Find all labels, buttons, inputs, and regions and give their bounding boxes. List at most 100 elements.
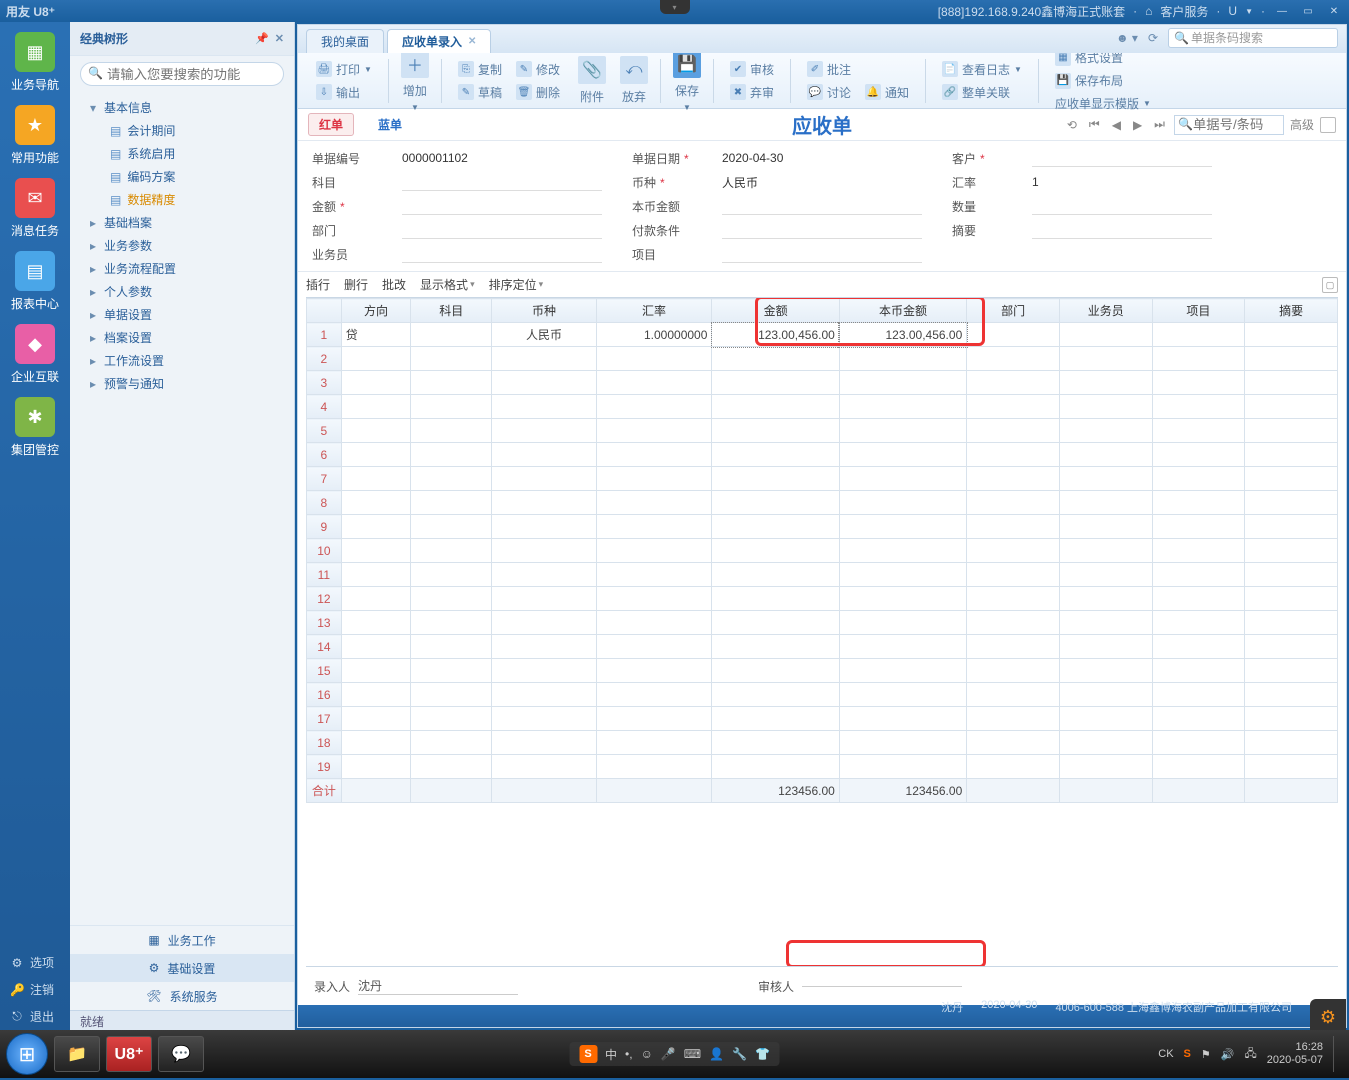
val-cust[interactable]	[1032, 149, 1212, 167]
undo-icon[interactable]: ⟲	[1064, 118, 1080, 132]
add-button[interactable]: ＋增加▼	[395, 48, 435, 114]
logout-button[interactable]: 🔑注销	[2, 976, 68, 1003]
expand-icon[interactable]	[1320, 117, 1336, 133]
val-date[interactable]: 2020-04-30	[722, 151, 922, 165]
blue-doc-tab[interactable]: 蓝单	[368, 114, 412, 135]
tree-node[interactable]: 单据设置	[70, 303, 294, 326]
val-qty[interactable]	[1032, 197, 1212, 215]
service-label[interactable]: 客户服务	[1160, 3, 1208, 20]
tree-node[interactable]: 业务流程配置	[70, 257, 294, 280]
table-row[interactable]: 1贷人民币1.00000000123.00,456.00123.00,456.0…	[307, 323, 1338, 347]
app-nav[interactable]: ▦业务导航	[5, 32, 65, 93]
adv-link[interactable]: 高级	[1290, 116, 1314, 133]
table-row[interactable]: 4	[307, 395, 1338, 419]
modify-button[interactable]: ✎修改	[510, 59, 566, 80]
tab-receipt-entry[interactable]: 应收单录入✕	[387, 29, 491, 53]
notify-button[interactable]: 🔔通知	[859, 82, 915, 103]
table-row[interactable]: 8	[307, 491, 1338, 515]
options-button[interactable]: ⚙选项	[2, 949, 68, 976]
close-icon[interactable]: ✕	[275, 32, 284, 45]
col-curr[interactable]: 币种	[492, 299, 596, 323]
table-row[interactable]: 14	[307, 635, 1338, 659]
val-sales[interactable]	[402, 245, 602, 263]
col-sales[interactable]: 业务员	[1059, 299, 1152, 323]
tree-node[interactable]: 档案设置	[70, 326, 294, 349]
task-wechat[interactable]: 💬	[158, 1036, 204, 1072]
table-row[interactable]: 7	[307, 467, 1338, 491]
table-row[interactable]: 11	[307, 563, 1338, 587]
table-row[interactable]: 12	[307, 587, 1338, 611]
table-row[interactable]: 10	[307, 539, 1338, 563]
note-button[interactable]: ✐批注	[801, 59, 915, 80]
close-icon[interactable]: ✕	[468, 36, 476, 47]
home-icon[interactable]: ⌂	[1145, 4, 1152, 18]
val-sum[interactable]	[1032, 221, 1212, 239]
col-rownum[interactable]	[307, 299, 342, 323]
table-row[interactable]: 15	[307, 659, 1338, 683]
tree-leaf[interactable]: ▤编码方案	[70, 165, 294, 188]
delete-row-button[interactable]: 删行	[344, 276, 368, 293]
col-dept[interactable]: 部门	[967, 299, 1060, 323]
ime-bar[interactable]: S 中 •, ☺ 🎤 ⌨ 👤 🔧 👕	[569, 1042, 780, 1066]
print-button[interactable]: 🖨打印▼	[310, 59, 378, 80]
btab-settings[interactable]: ⚙基础设置	[70, 954, 294, 982]
table-row[interactable]: 13	[307, 611, 1338, 635]
table-row[interactable]: 17	[307, 707, 1338, 731]
col-bamt[interactable]: 本币金额	[839, 299, 966, 323]
app-fav[interactable]: ★常用功能	[5, 105, 65, 166]
tree-leaf-active[interactable]: ▤数据精度	[70, 188, 294, 211]
maximize-grid-icon[interactable]: ▢	[1322, 277, 1338, 293]
col-proj[interactable]: 项目	[1152, 299, 1245, 323]
exit-button[interactable]: ⎋退出	[2, 1003, 68, 1030]
task-u8[interactable]: U8⁺	[106, 1036, 152, 1072]
u-label[interactable]: U	[1228, 4, 1237, 18]
first-icon[interactable]: ⏮	[1086, 117, 1103, 132]
log-button[interactable]: 📄查看日志▼	[936, 59, 1028, 80]
minimize-button[interactable]: —	[1273, 4, 1291, 18]
val-pay[interactable]	[722, 221, 922, 239]
user-icon[interactable]: ☻ ▾	[1116, 31, 1138, 45]
table-row[interactable]: 9	[307, 515, 1338, 539]
save-button[interactable]: 💾保存▼	[667, 48, 707, 114]
col-amt[interactable]: 金额	[712, 299, 839, 323]
system-tray[interactable]: CK S ⚑ 🔊 🖧 16:28 2020-05-07	[1158, 1036, 1343, 1072]
col-dir[interactable]: 方向	[341, 299, 411, 323]
val-rate[interactable]: 1	[1032, 175, 1212, 189]
tab-search[interactable]: 🔍单据条码搜索	[1168, 28, 1338, 48]
tree-node[interactable]: 工作流设置	[70, 349, 294, 372]
close-button[interactable]: ✕	[1325, 4, 1343, 18]
table-row[interactable]: 6	[307, 443, 1338, 467]
task-explorer[interactable]: 📁	[54, 1036, 100, 1072]
table-row[interactable]: 16	[307, 683, 1338, 707]
notch[interactable]: ▾	[660, 0, 690, 14]
link-button[interactable]: 🔗整单关联	[936, 82, 1028, 103]
tree-node[interactable]: 预警与通知	[70, 372, 294, 395]
tab-desktop[interactable]: 我的桌面	[306, 29, 384, 53]
display-format-button[interactable]: 显示格式	[420, 276, 475, 293]
val-proj[interactable]	[722, 245, 922, 263]
table-row[interactable]: 2	[307, 347, 1338, 371]
audit-button[interactable]: ✔审核	[724, 59, 780, 80]
tree-root[interactable]: 基本信息	[70, 96, 294, 119]
start-button[interactable]: ⊞	[6, 1033, 48, 1075]
red-doc-tab[interactable]: 红单	[308, 113, 354, 136]
app-group[interactable]: ✱集团管控	[5, 397, 65, 458]
table-row[interactable]: 19	[307, 755, 1338, 779]
tree-search-input[interactable]	[80, 62, 284, 86]
table-row[interactable]: 3	[307, 371, 1338, 395]
col-rate[interactable]: 汇率	[596, 299, 712, 323]
chev-down-icon[interactable]: ▼	[1245, 7, 1253, 16]
btab-work[interactable]: ▦业务工作	[70, 926, 294, 954]
refresh-icon[interactable]: ⟳	[1148, 31, 1158, 45]
show-desktop[interactable]	[1333, 1036, 1343, 1072]
app-report[interactable]: ▤报表中心	[5, 251, 65, 312]
discuss-button[interactable]: 💬讨论	[801, 82, 857, 103]
table-row[interactable]: 5	[307, 419, 1338, 443]
prev-icon[interactable]: ◀	[1109, 118, 1124, 132]
insert-row-button[interactable]: 插行	[306, 276, 330, 293]
val-amt[interactable]	[402, 197, 602, 215]
export-button[interactable]: ⇩输出	[310, 82, 378, 103]
abandon-button[interactable]: ⤺放弃	[614, 54, 654, 107]
batch-edit-button[interactable]: 批改	[382, 276, 406, 293]
delete-button[interactable]: 🗑删除	[510, 82, 566, 103]
